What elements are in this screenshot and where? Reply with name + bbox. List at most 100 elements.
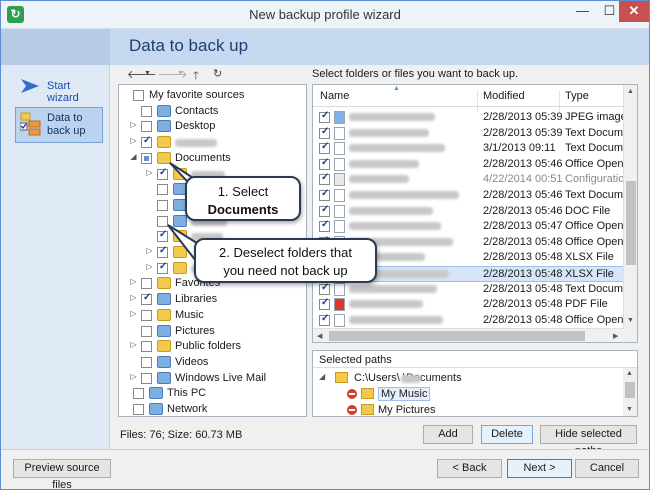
- tree-node-label: This PC: [167, 387, 207, 400]
- minimize-button[interactable]: —: [569, 1, 596, 22]
- expand-icon[interactable]: ▷: [129, 372, 138, 381]
- tree-checkbox[interactable]: [133, 404, 144, 415]
- column-name[interactable]: Name: [320, 90, 349, 102]
- column-separator[interactable]: [559, 90, 560, 112]
- file-row[interactable]: 2/28/2013 05:39Text Document: [313, 126, 637, 142]
- file-checkbox[interactable]: [319, 188, 330, 201]
- tree-node[interactable]: Contacts: [119, 104, 306, 119]
- file-checkbox[interactable]: [319, 157, 330, 170]
- scroll-thumb[interactable]: [329, 331, 585, 341]
- tree-checkbox[interactable]: [141, 152, 152, 164]
- file-checkbox[interactable]: [319, 126, 330, 139]
- column-modified[interactable]: Modified: [483, 90, 525, 102]
- file-row[interactable]: 4/22/2014 00:51Configuration: [313, 172, 630, 188]
- nav-data-to-back-up[interactable]: Data to back up: [15, 107, 103, 143]
- tree-checkbox[interactable]: [141, 372, 152, 384]
- scroll-up-icon[interactable]: ▲: [627, 88, 634, 95]
- expand-icon[interactable]: ▷: [129, 293, 138, 302]
- file-row[interactable]: 2/28/2013 05:48Office Open XML: [313, 313, 637, 329]
- tree-checkbox[interactable]: [157, 199, 168, 211]
- file-row[interactable]: 2/28/2013 05:48Text Document: [313, 282, 637, 298]
- file-checkbox[interactable]: [319, 141, 330, 155]
- scroll-thumb[interactable]: [625, 382, 635, 398]
- back-button[interactable]: < Back: [437, 459, 502, 478]
- tree-node[interactable]: ▷ Desktop: [119, 119, 306, 134]
- file-list-vertical-scrollbar[interactable]: ▲ ▼: [623, 85, 637, 342]
- hide-selected-paths-button[interactable]: Hide selected paths: [540, 425, 637, 457]
- back-dropdown-icon[interactable]: ▼: [144, 70, 151, 77]
- file-list-horizontal-scrollbar[interactable]: ◀ ▶: [313, 328, 625, 342]
- selected-paths-scrollbar[interactable]: ▲ ▼: [623, 368, 637, 416]
- expand-icon[interactable]: ▷: [129, 136, 138, 145]
- scroll-up-icon[interactable]: ▲: [626, 370, 633, 377]
- add-button[interactable]: Add: [423, 425, 473, 444]
- selected-path-root[interactable]: ◢ C:\Users\ \Documents: [319, 371, 619, 387]
- tree-node[interactable]: Network: [119, 402, 306, 416]
- expand-icon[interactable]: ▷: [145, 262, 154, 271]
- file-row[interactable]: 2/28/2013 05:48PDF File: [313, 297, 625, 313]
- excluded-path-item[interactable]: My Pictures: [347, 403, 547, 416]
- tree-node[interactable]: Pictures: [119, 324, 306, 339]
- scroll-thumb[interactable]: [626, 181, 636, 265]
- tree-checkbox[interactable]: [141, 309, 152, 321]
- file-row[interactable]: 2/28/2013 05:46DOC File: [313, 204, 625, 220]
- file-checkbox[interactable]: [319, 282, 330, 295]
- tree-node[interactable]: My favorite sources: [119, 88, 306, 103]
- file-checkbox[interactable]: [319, 204, 330, 217]
- expand-icon[interactable]: ▷: [129, 277, 138, 286]
- file-list[interactable]: Name ▲ Modified Type 2/28/2013 05:39JPEG…: [312, 84, 638, 343]
- tree-checkbox[interactable]: [141, 278, 152, 290]
- delete-button[interactable]: Delete: [481, 425, 533, 444]
- expand-icon[interactable]: ▷: [145, 246, 154, 255]
- tree-node[interactable]: ▷ Music: [119, 308, 306, 323]
- forward-dropdown-icon[interactable]: ▼: [177, 70, 184, 77]
- expand-icon[interactable]: ▷: [129, 340, 138, 349]
- file-row[interactable]: 2/28/2013 05:39JPEG image: [313, 110, 627, 126]
- expand-icon[interactable]: ▷: [145, 168, 154, 177]
- file-checkbox[interactable]: [319, 313, 330, 326]
- preview-source-files-button[interactable]: Preview source files: [13, 459, 111, 490]
- cancel-button[interactable]: Cancel: [575, 459, 639, 478]
- tree-node[interactable]: ▷ Libraries: [119, 292, 306, 307]
- file-checkbox[interactable]: [319, 219, 330, 233]
- close-button[interactable]: ✕: [619, 1, 649, 22]
- tree-checkbox[interactable]: [133, 90, 144, 101]
- nav-start-wizard[interactable]: Start wizard: [15, 77, 103, 104]
- next-button[interactable]: Next >: [507, 459, 572, 478]
- tree-checkbox[interactable]: [141, 356, 152, 368]
- file-row[interactable]: 2/28/2013 05:47Office Open XML: [313, 219, 637, 235]
- tree-checkbox[interactable]: [141, 121, 152, 133]
- tree-checkbox[interactable]: [141, 341, 152, 353]
- scroll-left-icon[interactable]: ◀: [317, 332, 322, 340]
- collapse-icon[interactable]: ◢: [319, 372, 325, 381]
- tree-checkbox[interactable]: [141, 325, 152, 337]
- expand-icon[interactable]: ▷: [129, 309, 138, 318]
- tree-checkbox[interactable]: [141, 105, 152, 117]
- tree-checkbox[interactable]: [141, 135, 152, 149]
- file-checkbox[interactable]: [319, 172, 330, 186]
- tree-checkbox[interactable]: [133, 388, 144, 400]
- collapse-icon[interactable]: ◢: [129, 152, 138, 161]
- selected-paths-panel[interactable]: Selected paths ◢ C:\Users\ \Documents My…: [312, 350, 638, 417]
- tree-node[interactable]: ▷ Public folders: [119, 339, 306, 354]
- column-separator[interactable]: [477, 90, 478, 112]
- expand-icon[interactable]: ▷: [129, 120, 138, 129]
- scroll-right-icon[interactable]: ▶: [613, 332, 618, 340]
- scroll-down-icon[interactable]: ▼: [627, 317, 634, 324]
- tree-checkbox[interactable]: [141, 292, 152, 306]
- file-checkbox[interactable]: [319, 297, 330, 311]
- back-arrow-icon[interactable]: 🡐: [127, 67, 157, 81]
- file-checkbox[interactable]: [319, 110, 330, 123]
- column-type[interactable]: Type: [565, 90, 589, 102]
- tree-node[interactable]: This PC: [119, 386, 306, 401]
- file-row[interactable]: 2/28/2013 05:46Text Document: [313, 188, 637, 204]
- tree-node[interactable]: ▷ Windows Live Mail: [119, 371, 306, 386]
- tree-node[interactable]: ▷: [119, 135, 306, 150]
- folder-tree-icon: [20, 112, 41, 136]
- refresh-icon[interactable]: ↻: [213, 67, 222, 80]
- scroll-down-icon[interactable]: ▼: [626, 406, 633, 413]
- file-row[interactable]: 2/28/2013 05:46Office Open XML: [313, 157, 637, 173]
- tree-node[interactable]: Videos: [119, 355, 306, 370]
- file-row[interactable]: 3/1/2013 09:11Text Document: [313, 141, 637, 157]
- excluded-path-item[interactable]: My Music: [347, 387, 547, 403]
